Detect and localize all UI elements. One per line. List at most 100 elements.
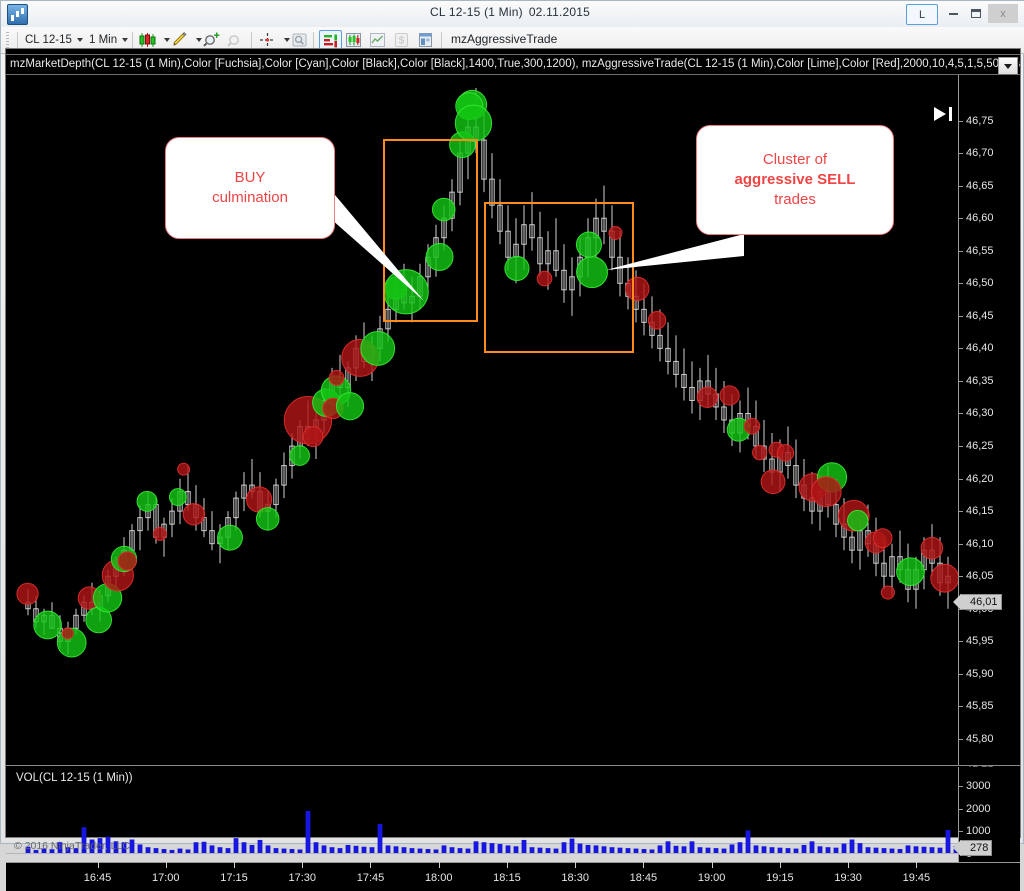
minimize-icon [948, 12, 958, 15]
price-axis-tick [958, 576, 963, 578]
data-box-button[interactable] [289, 30, 310, 50]
zoom-out-icon [227, 35, 239, 47]
close-button[interactable]: x [988, 4, 1018, 23]
time-axis-tick-label: 17:15 [220, 872, 248, 884]
time-axis-tick [438, 862, 440, 868]
volume-chart-canvas [25, 810, 958, 854]
callout-sell-line3: trades [774, 190, 816, 208]
price-axis-tick-label: 46,30 [966, 407, 994, 420]
volume-axis-tick [958, 808, 963, 810]
properties-button[interactable] [415, 30, 436, 50]
last-volume-tag: 278 [952, 839, 993, 856]
last-price-tag: 46,01 [953, 594, 1002, 611]
time-axis[interactable]: 16:45 17:00 17:15 17:30 17:45 18:00 18:15 18:30… [6, 862, 1020, 891]
price-axis-tick [958, 250, 963, 252]
price-axis-tick-label: 46,45 [966, 309, 994, 322]
price-axis-tick [958, 153, 963, 155]
callout-buy-culmination[interactable]: BUY culmination [165, 137, 335, 239]
time-axis-tick [234, 862, 235, 868]
ninjatrader-chart-window: CL 12-15 (1 Min) 02.11.2015 L x CL 12-15 … [0, 0, 1024, 891]
account-button[interactable]: $ [391, 30, 412, 50]
time-axis-line [6, 862, 1020, 863]
window-title-date: 02.11.2015 [528, 5, 590, 19]
chart-trader-button[interactable] [367, 30, 388, 50]
candlestick-type-icon [139, 33, 156, 47]
price-axis-line [958, 75, 959, 765]
toolbar-separator [441, 32, 442, 48]
maximize-icon [971, 9, 981, 18]
price-axis-tick [958, 446, 963, 447]
price-axis-tick [958, 348, 963, 350]
price-axis-tick-label: 45,85 [966, 700, 994, 713]
price-axis-tick-label: 46,10 [966, 537, 994, 550]
drawing-tools-button[interactable] [169, 30, 190, 50]
window-title: CL 12-15 (1 Min) 02.11.2015 [1, 5, 1024, 19]
chevron-down-icon [1004, 63, 1012, 69]
price-axis-tick [958, 185, 963, 187]
chevron-down-icon [122, 38, 129, 42]
properties-icon [419, 33, 432, 47]
time-axis-tick [711, 862, 713, 868]
price-axis-tick-label: 45,95 [966, 635, 994, 648]
callout-aggressive-sell[interactable]: Cluster of aggressive SELL trades [696, 125, 894, 235]
toolbar-separator [251, 32, 252, 48]
callout-buy-line2: culmination [212, 189, 288, 206]
time-axis-tick [916, 862, 918, 868]
price-axis-tick [958, 543, 963, 545]
price-axis-tick-label: 46,65 [966, 179, 994, 192]
price-axis-tick [958, 738, 963, 740]
time-axis-tick-label: 19:15 [766, 872, 794, 884]
price-axis[interactable]: 46,75 46,70 46,65 46,60 46,55 46,50 46,45 46,40… [953, 75, 1020, 777]
instrument-selector[interactable]: CL 12-15 [25, 31, 83, 49]
callout-sell-line1: Cluster of [762, 151, 828, 169]
link-button[interactable]: L [906, 4, 938, 25]
toolbar-grip[interactable] [6, 32, 9, 48]
volume-axis-tick-label: 2000 [966, 802, 991, 815]
account-icon: $ [395, 33, 408, 47]
indicator-strip-dropdown-button[interactable] [998, 57, 1018, 74]
time-axis-tick [302, 862, 304, 868]
price-axis-tick-label: 46,55 [966, 244, 994, 257]
price-axis-tick-label: 45,90 [966, 667, 994, 680]
toolbar-separator [17, 32, 18, 48]
price-axis-tick-label: 46,20 [966, 472, 994, 485]
minimize-button[interactable] [942, 4, 964, 23]
indicator-parameter-strip[interactable]: mzMarketDepth(CL 12-15 (1 Min),Color [Fu… [5, 54, 1021, 75]
time-axis-tick-label: 18:45 [629, 872, 658, 884]
interval-selector[interactable]: 1 Min [89, 31, 129, 49]
time-axis-tick-label: 18:30 [561, 872, 589, 884]
price-axis-tick-label: 46,05 [966, 570, 994, 583]
chart-type-button[interactable] [137, 30, 158, 50]
time-axis-tick [575, 862, 577, 868]
price-axis-tick [958, 413, 963, 415]
price-axis-tick-label: 46,50 [966, 277, 994, 290]
volume-pane[interactable]: VOL(CL 12-15 (1 Min)) © 2016 NinjaTrader… [6, 767, 958, 862]
time-axis-tick-label: 16:45 [83, 872, 112, 884]
indicators-icon [324, 34, 337, 48]
zoom-in-button[interactable] [201, 30, 222, 50]
zoom-out-button[interactable] [225, 30, 246, 50]
data-box-icon [292, 33, 307, 47]
price-axis-tick [958, 218, 963, 220]
title-bar: CL 12-15 (1 Min) 02.11.2015 L x [1, 1, 1024, 28]
maximize-button[interactable] [965, 4, 987, 23]
window-title-instrument: CL 12-15 (1 Min) [430, 5, 523, 19]
active-indicator-label: mzAggressiveTrade [451, 32, 558, 46]
strategies-icon [346, 33, 361, 47]
crosshair-button[interactable] [257, 30, 278, 50]
chart-trader-icon [370, 33, 385, 47]
volume-axis[interactable]: 3000200010000 278 [952, 767, 1020, 862]
price-axis-tick-label: 46,25 [966, 440, 994, 452]
pane-divider[interactable] [6, 765, 1020, 766]
price-axis-tick [958, 641, 963, 643]
volume-axis-tick [958, 831, 963, 833]
chart-area[interactable]: mzMarketDepth(CL 12-15 (1 Min),Color [Fu… [5, 48, 1021, 891]
price-axis-tick-label: 46,70 [966, 147, 994, 160]
volume-axis-tick [958, 786, 963, 788]
chevron-down-icon [76, 38, 83, 42]
price-axis-tick-label: 45,80 [966, 732, 994, 745]
price-axis-tick [958, 511, 963, 513]
strategies-button[interactable] [343, 30, 364, 50]
price-axis-tick [958, 673, 963, 675]
svg-text:$: $ [399, 36, 405, 47]
